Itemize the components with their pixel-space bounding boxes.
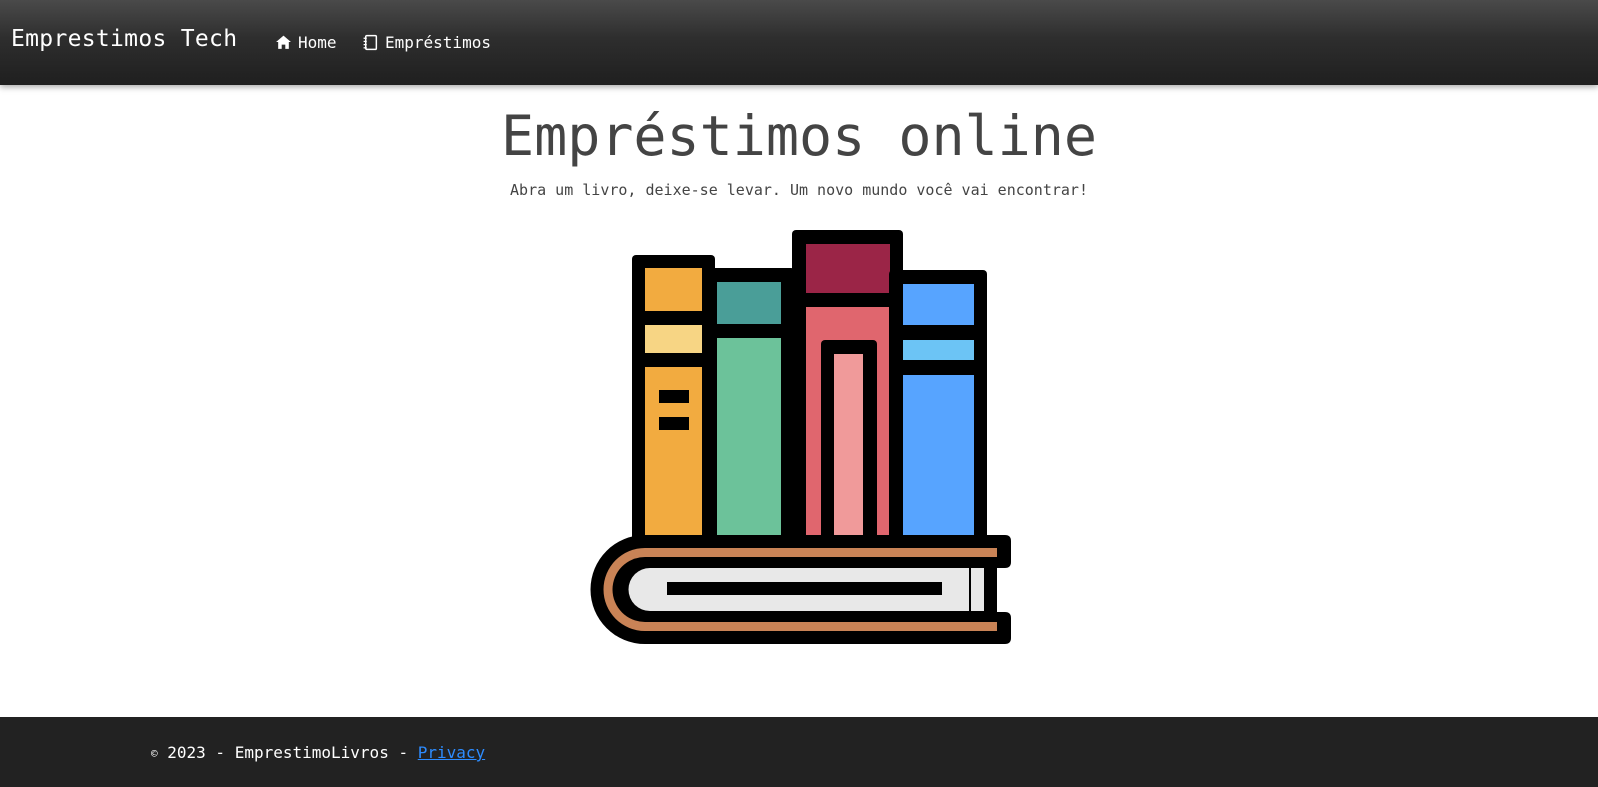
- privacy-link[interactable]: Privacy: [418, 743, 485, 762]
- page-title: Empréstimos online: [500, 104, 1098, 168]
- nav-loans-label: Empréstimos: [385, 33, 491, 52]
- nav-home-label: Home: [298, 33, 337, 52]
- brand-link[interactable]: Emprestimos Tech: [11, 26, 237, 52]
- notebook-icon: [363, 34, 378, 51]
- book-lying: [590, 535, 1011, 644]
- book-red: [792, 230, 903, 545]
- page-subtitle: Abra um livro, deixe-se levar. Um novo m…: [510, 181, 1088, 199]
- book-green: [702, 268, 795, 545]
- footer-copyright: 2023 - EmprestimoLivros -: [167, 743, 418, 762]
- books-stack-illustration: [590, 230, 1011, 644]
- navbar: Emprestimos Tech Home Empréstimos: [0, 0, 1598, 85]
- home-icon: [276, 35, 291, 49]
- book-blue: [889, 270, 987, 545]
- footer-text: © 2023 - EmprestimoLivros - Privacy: [151, 743, 485, 762]
- copyright-symbol: ©: [151, 747, 158, 760]
- nav-home-link[interactable]: Home: [275, 33, 337, 52]
- footer: © 2023 - EmprestimoLivros - Privacy: [0, 717, 1598, 787]
- nav-loans-link[interactable]: Empréstimos: [362, 33, 491, 52]
